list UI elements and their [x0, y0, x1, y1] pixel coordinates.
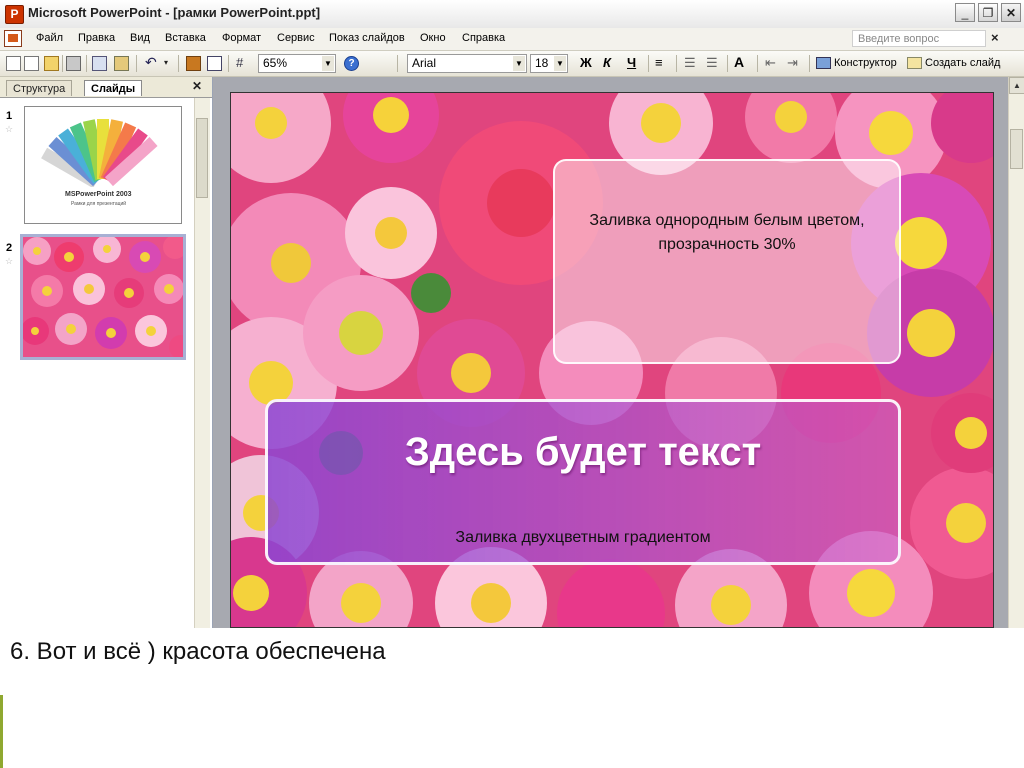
print-icon[interactable] [66, 56, 81, 71]
menu-view[interactable]: Вид [130, 32, 150, 44]
increase-indent-icon[interactable]: ⇥ [787, 56, 802, 71]
powerpoint-window: P Microsoft PowerPoint - [рамки PowerPoi… [0, 0, 1024, 628]
slide-number-1: 1 [6, 110, 13, 122]
tab-outline[interactable]: Структура [6, 80, 73, 96]
chevron-down-icon: ▼ [513, 56, 525, 71]
align-left-icon[interactable]: ≡ [655, 56, 670, 71]
font-size-select[interactable]: 18 ▼ [530, 54, 568, 73]
copy-icon[interactable] [92, 56, 107, 71]
powerpoint-app-icon[interactable]: P [5, 5, 24, 24]
slide-thumbnail-1[interactable]: MSPowerPoint 2003 Рамки для презентаций [24, 106, 182, 224]
frame-caption-text: Заливка двухцветным градиентом [455, 529, 711, 546]
slide-number-2: 2 [6, 242, 13, 254]
pane-scrollbar[interactable] [194, 98, 210, 628]
chart-icon[interactable] [186, 56, 201, 71]
grid-icon[interactable]: # [236, 56, 251, 71]
menu-slideshow[interactable]: Показ слайдов [329, 32, 405, 44]
star-icon: ☆ [5, 256, 14, 266]
restore-button[interactable]: ❐ [978, 3, 998, 22]
close-document-icon[interactable]: × [991, 30, 999, 45]
chevron-down-icon: ▼ [554, 56, 566, 71]
numbered-list-icon[interactable]: ☰ [684, 56, 699, 71]
thumbnail-title: MSPowerPoint 2003 [65, 191, 132, 198]
thumbnail-subtitle: Рамки для презентаций [71, 201, 127, 207]
undo-icon[interactable]: ↶ [145, 55, 160, 71]
gradient-frame[interactable]: Здесь будет текст Заливка двухцветным гр… [265, 399, 901, 565]
vertical-scrollbar[interactable]: ▲ [1008, 77, 1024, 628]
paste-icon[interactable] [114, 56, 129, 71]
instruction-caption: 6. Вот и всё ) красота обеспечена [10, 638, 386, 665]
new-slide-button[interactable]: Создать слайд [925, 57, 1000, 69]
new-document-icon[interactable] [6, 56, 21, 71]
table-icon[interactable] [207, 56, 222, 71]
bold-button[interactable]: Ж [580, 55, 592, 70]
underline-button[interactable]: Ч [627, 55, 636, 70]
white-transparent-frame[interactable]: Заливка однородным белым цветом, прозрач… [553, 159, 901, 364]
ask-question-input[interactable]: Введите вопрос [852, 30, 986, 47]
tab-slides[interactable]: Слайды [84, 80, 143, 96]
menu-help[interactable]: Справка [462, 32, 505, 44]
close-window-button[interactable]: ✕ [1001, 3, 1021, 22]
close-pane-icon[interactable]: ✕ [192, 79, 202, 93]
vertical-scroll-thumb[interactable] [1010, 129, 1023, 169]
designer-icon[interactable] [816, 57, 831, 69]
document-icon[interactable] [4, 30, 22, 47]
help-icon[interactable]: ? [344, 56, 359, 71]
menu-window[interactable]: Окно [420, 32, 446, 44]
decrease-indent-icon[interactable]: ⇤ [765, 56, 780, 71]
slide-canvas[interactable]: Заливка однородным белым цветом, прозрач… [230, 92, 994, 628]
new-slide-icon[interactable] [907, 57, 922, 69]
frame-title-text: Здесь будет текст [404, 430, 762, 474]
scroll-up-icon[interactable]: ▲ [1009, 77, 1024, 94]
pane-scroll-thumb[interactable] [196, 118, 208, 198]
menu-edit[interactable]: Правка [78, 32, 115, 44]
menu-insert[interactable]: Вставка [165, 32, 206, 44]
zoom-select[interactable]: 65% ▼ [258, 54, 336, 73]
bullet-list-icon[interactable]: ☰ [706, 56, 721, 71]
new-slide-doc-icon[interactable] [24, 56, 39, 71]
window-title: Microsoft PowerPoint - [рамки PowerPoint… [28, 5, 321, 20]
menu-file[interactable]: Файл [36, 32, 63, 44]
color-fan-image [41, 119, 158, 187]
open-folder-icon[interactable] [44, 56, 59, 71]
font-size-value: 18 [535, 56, 549, 70]
font-name-value: Arial [412, 56, 437, 70]
zoom-value: 65% [263, 56, 288, 70]
star-icon: ☆ [5, 124, 14, 134]
chevron-down-icon: ▼ [322, 56, 334, 71]
menu-tools[interactable]: Сервис [277, 32, 315, 44]
title-bar: P Microsoft PowerPoint - [рамки PowerPoi… [0, 0, 1024, 29]
menu-format[interactable]: Формат [222, 32, 261, 44]
increase-font-icon[interactable]: A [734, 55, 749, 71]
undo-dropdown-icon[interactable]: ▾ [164, 56, 179, 71]
minimize-button[interactable]: _ [955, 3, 975, 22]
decorative-edge [0, 695, 3, 768]
designer-button[interactable]: Конструктор [834, 57, 897, 69]
slide-thumbnail-2[interactable] [20, 234, 186, 360]
font-name-select[interactable]: Arial ▼ [407, 54, 527, 73]
italic-button[interactable]: К [603, 55, 611, 70]
flowers-thumbnail-image [23, 237, 183, 357]
frame-description-text: Заливка однородным белым цветом, прозрач… [589, 212, 865, 253]
